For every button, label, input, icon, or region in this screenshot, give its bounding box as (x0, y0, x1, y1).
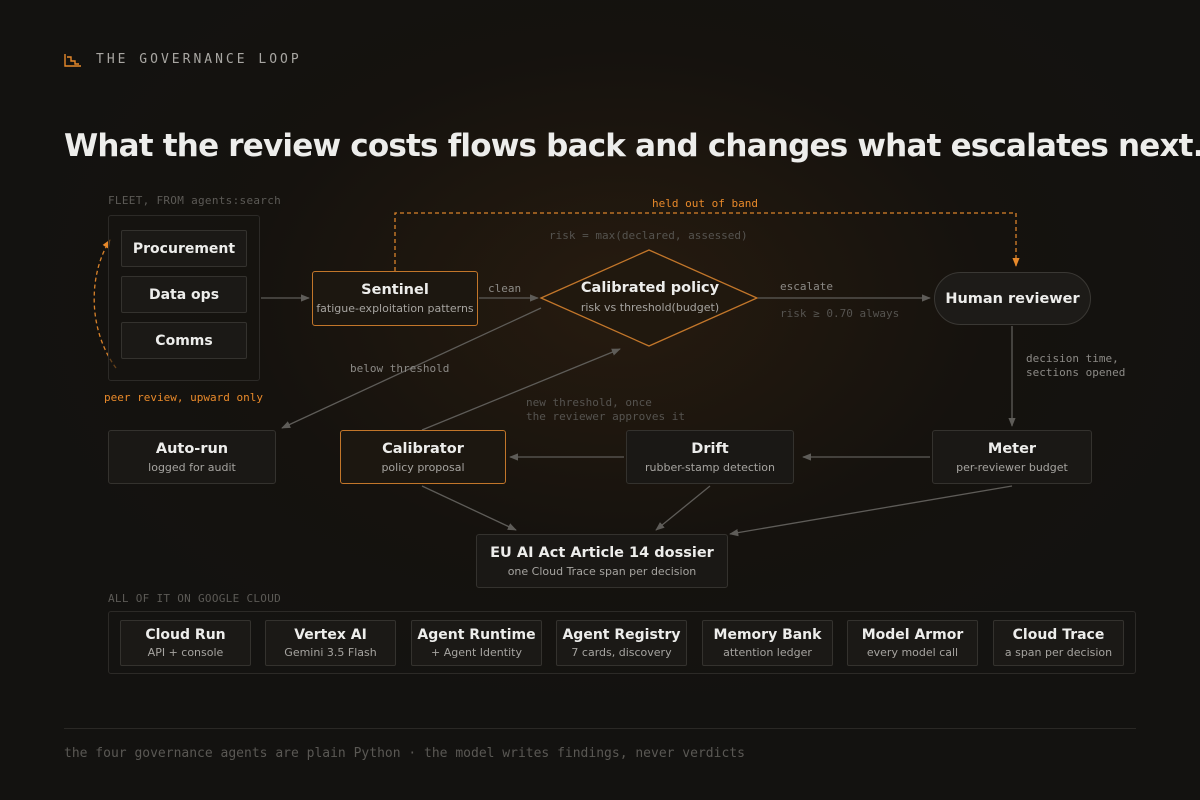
auto-run-subtitle: logged for audit (148, 460, 236, 474)
cloud-label: ALL OF IT ON GOOGLE CLOUD (108, 592, 282, 605)
service-subtitle: + Agent Identity (431, 646, 522, 659)
human-reviewer-node[interactable]: Human reviewer (934, 272, 1091, 325)
policy-title: Calibrated policy (580, 280, 720, 296)
sentinel-subtitle: fatigue-exploitation patterns (316, 302, 474, 315)
service-subtitle: a span per decision (1004, 646, 1113, 659)
service-name: Model Armor (861, 627, 964, 643)
policy-subtitle: risk vs threshold(budget) (580, 301, 720, 314)
calibrator-subtitle: policy proposal (381, 460, 465, 474)
peer-review-label: peer review, upward only (104, 391, 263, 404)
meter-node[interactable]: Meter per-reviewer budget (932, 430, 1092, 484)
service-name: Agent Runtime (417, 627, 536, 643)
meter-subtitle: per-reviewer budget (956, 460, 1068, 474)
sentinel-title: Sentinel (361, 282, 429, 298)
held-out-route (394, 212, 1020, 271)
service-name: Vertex AI (294, 627, 367, 643)
service-subtitle: API + console (147, 646, 224, 659)
service-subtitle: Gemini 3.5 Flash (284, 646, 377, 659)
new-threshold-label-line2: the reviewer approves it (526, 410, 685, 423)
drift-subtitle: rubber-stamp detection (645, 460, 775, 474)
fleet-label: FLEET, FROM agents:search (108, 194, 282, 207)
decision-time-label-line1: decision time, (1026, 352, 1119, 365)
dossier-node[interactable]: EU AI Act Article 14 dossier one Cloud T… (476, 534, 728, 588)
drift-title: Drift (691, 440, 729, 457)
fleet-item-procurement[interactable]: Procurement (121, 230, 247, 267)
service-memory-bank[interactable]: Memory Bank attention ledger (702, 620, 833, 666)
service-vertex-ai[interactable]: Vertex AI Gemini 3.5 Flash (265, 620, 396, 666)
held-out-label: held out of band (652, 197, 758, 210)
clean-label: clean (488, 282, 522, 295)
below-threshold-label: below threshold (350, 362, 450, 375)
new-threshold-label-line1: new threshold, once (526, 396, 652, 409)
service-agent-runtime[interactable]: Agent Runtime + Agent Identity (411, 620, 542, 666)
dossier-title: EU AI Act Article 14 dossier (490, 544, 714, 561)
fleet-item-data-ops[interactable]: Data ops (121, 276, 247, 313)
sentinel-node[interactable]: Sentinel fatigue-exploitation patterns (312, 271, 478, 326)
calibrator-title: Calibrator (382, 440, 464, 457)
service-subtitle: 7 cards, discovery (571, 646, 672, 659)
service-name: Memory Bank (713, 627, 822, 643)
fleet-item-comms[interactable]: Comms (121, 322, 247, 359)
risk-formula-label: risk = max(declared, assessed) (549, 229, 748, 242)
service-name: Cloud Trace (1012, 627, 1105, 643)
escalate-label: escalate (780, 280, 833, 293)
service-subtitle: every model call (866, 646, 959, 659)
calibrator-node[interactable]: Calibrator policy proposal (340, 430, 506, 484)
service-model-armor[interactable]: Model Armor every model call (847, 620, 978, 666)
auto-run-title: Auto-run (155, 440, 229, 457)
service-name: Cloud Run (145, 627, 226, 643)
service-agent-registry[interactable]: Agent Registry 7 cards, discovery (556, 620, 687, 666)
auto-run-node[interactable]: Auto-run logged for audit (108, 430, 276, 484)
service-name: Agent Registry (562, 627, 681, 643)
risk-always-label: risk ≥ 0.70 always (780, 307, 900, 320)
meter-title: Meter (987, 440, 1037, 457)
footer-note: the four governance agents are plain Pyt… (64, 746, 745, 761)
service-cloud-run[interactable]: Cloud Run API + console (120, 620, 251, 666)
footer-divider (64, 728, 1136, 729)
service-cloud-trace[interactable]: Cloud Trace a span per decision (993, 620, 1124, 666)
drift-node[interactable]: Drift rubber-stamp detection (626, 430, 794, 484)
service-subtitle: attention ledger (723, 646, 812, 659)
calibrated-policy-node[interactable]: Calibrated policy risk vs threshold(budg… (545, 280, 755, 314)
dossier-subtitle: one Cloud Trace span per decision (507, 564, 697, 578)
decision-time-label-line2: sections opened (1026, 366, 1126, 379)
